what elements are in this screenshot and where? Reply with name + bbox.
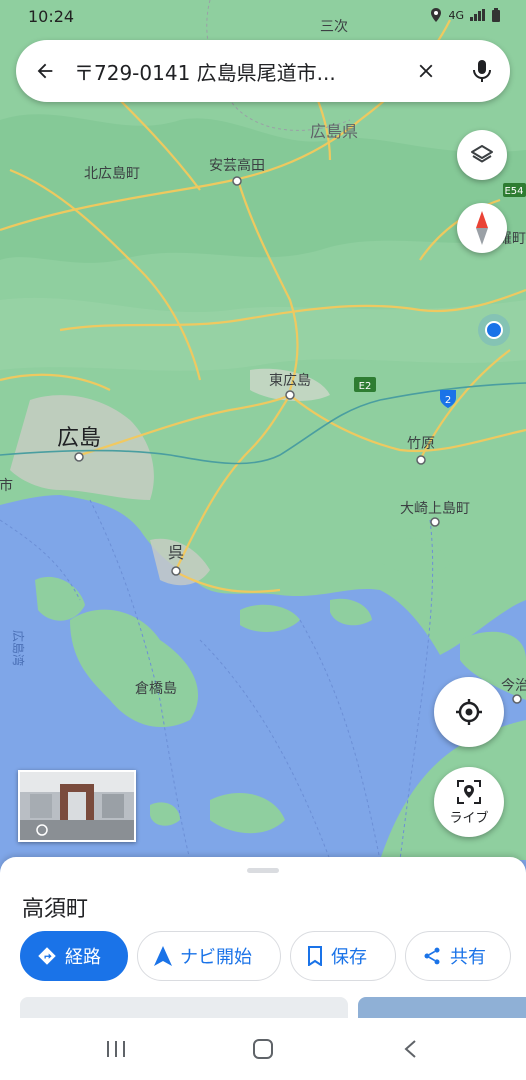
- island-kurahashi: [70, 609, 199, 728]
- street-view-thumbnail[interactable]: [18, 770, 136, 842]
- my-location-icon: [456, 699, 482, 725]
- voice-search-button[interactable]: [454, 40, 510, 102]
- status-icons: 4G: [430, 8, 500, 22]
- map-label-hiroshima-bay: 広島湾: [11, 630, 26, 666]
- map-label-takehara: 竹原: [407, 436, 435, 452]
- location-icon: [431, 8, 442, 22]
- map-label-kitahiroshima: 北広島町: [84, 166, 140, 182]
- place-title: 高須町: [22, 897, 89, 922]
- arrow-back-icon: [37, 63, 53, 79]
- back-button[interactable]: [16, 40, 74, 102]
- map-label-akitakata: 安芸高田: [209, 157, 265, 174]
- street-view-image: [20, 772, 134, 840]
- share-button[interactable]: 共有: [405, 931, 511, 981]
- island-west: [35, 576, 85, 621]
- status-bar: 10:24 4G: [0, 0, 526, 32]
- map-label-shi: 市: [0, 477, 13, 494]
- sheet-drag-handle[interactable]: [247, 868, 279, 873]
- place-photos[interactable]: [20, 997, 526, 1019]
- start-navigation-label: ナビ開始: [180, 947, 252, 968]
- map-label-kure: 呉: [168, 543, 184, 562]
- signal-icon: [470, 9, 485, 21]
- clear-button[interactable]: [398, 40, 454, 102]
- layers-button[interactable]: [457, 130, 507, 180]
- map-label-higashihiroshima: 東広島: [269, 373, 311, 389]
- directions-icon: [38, 947, 56, 965]
- recent-apps-button[interactable]: [96, 1034, 136, 1064]
- directions-button[interactable]: 経路: [20, 931, 128, 981]
- back-nav-button[interactable]: [390, 1034, 430, 1064]
- save-label: 保存: [331, 947, 367, 968]
- live-view-icon: [457, 779, 481, 804]
- share-icon: [424, 947, 440, 965]
- search-query[interactable]: 〒729-0141 広島県尾道市...: [74, 57, 398, 86]
- place-photo-2[interactable]: [358, 997, 526, 1019]
- system-nav-bar: [0, 1018, 526, 1080]
- map-label-osakikamijima: 大崎上島町: [400, 501, 470, 517]
- shield-e54-icon: E54: [503, 183, 526, 197]
- current-location-dot: [485, 321, 503, 339]
- compass-icon: [476, 211, 488, 245]
- home-icon: [253, 1039, 273, 1059]
- back-chevron-icon: [404, 1040, 416, 1058]
- compass-button[interactable]: [457, 203, 507, 253]
- place-photo-1[interactable]: [20, 997, 348, 1019]
- map-label-hiroshima: 広島: [57, 426, 101, 451]
- svg-text:2: 2: [445, 395, 451, 406]
- battery-icon: [492, 8, 500, 22]
- live-view-button[interactable]: ライブ: [434, 767, 504, 837]
- recent-apps-icon: [107, 1041, 125, 1057]
- home-button[interactable]: [243, 1034, 283, 1064]
- microphone-icon: [473, 60, 491, 82]
- live-view-label: ライブ: [449, 810, 489, 826]
- directions-label: 経路: [65, 947, 101, 968]
- shield-e2-icon: E2: [354, 377, 376, 392]
- map-label-hiroshima-pref: 広島県: [310, 122, 358, 141]
- svg-text:E54: E54: [504, 186, 523, 197]
- network-type: 4G: [448, 8, 464, 22]
- share-label: 共有: [450, 947, 486, 968]
- search-bar[interactable]: 〒729-0141 広島県尾道市...: [16, 40, 510, 102]
- my-location-button[interactable]: [434, 677, 504, 747]
- map-label-imabari: 今治: [501, 678, 526, 694]
- status-time: 10:24: [28, 7, 75, 26]
- map-label-kurahashijima: 倉橋島: [135, 681, 177, 697]
- place-actions: 経路 ナビ開始 保存 共有: [20, 931, 511, 981]
- save-button[interactable]: 保存: [290, 931, 396, 981]
- svg-text:E2: E2: [359, 381, 372, 392]
- close-icon: [419, 64, 433, 78]
- bookmark-icon: [308, 946, 322, 966]
- layers-icon: [471, 145, 493, 163]
- navigation-arrow-icon: [154, 946, 172, 966]
- start-navigation-button[interactable]: ナビ開始: [137, 931, 281, 981]
